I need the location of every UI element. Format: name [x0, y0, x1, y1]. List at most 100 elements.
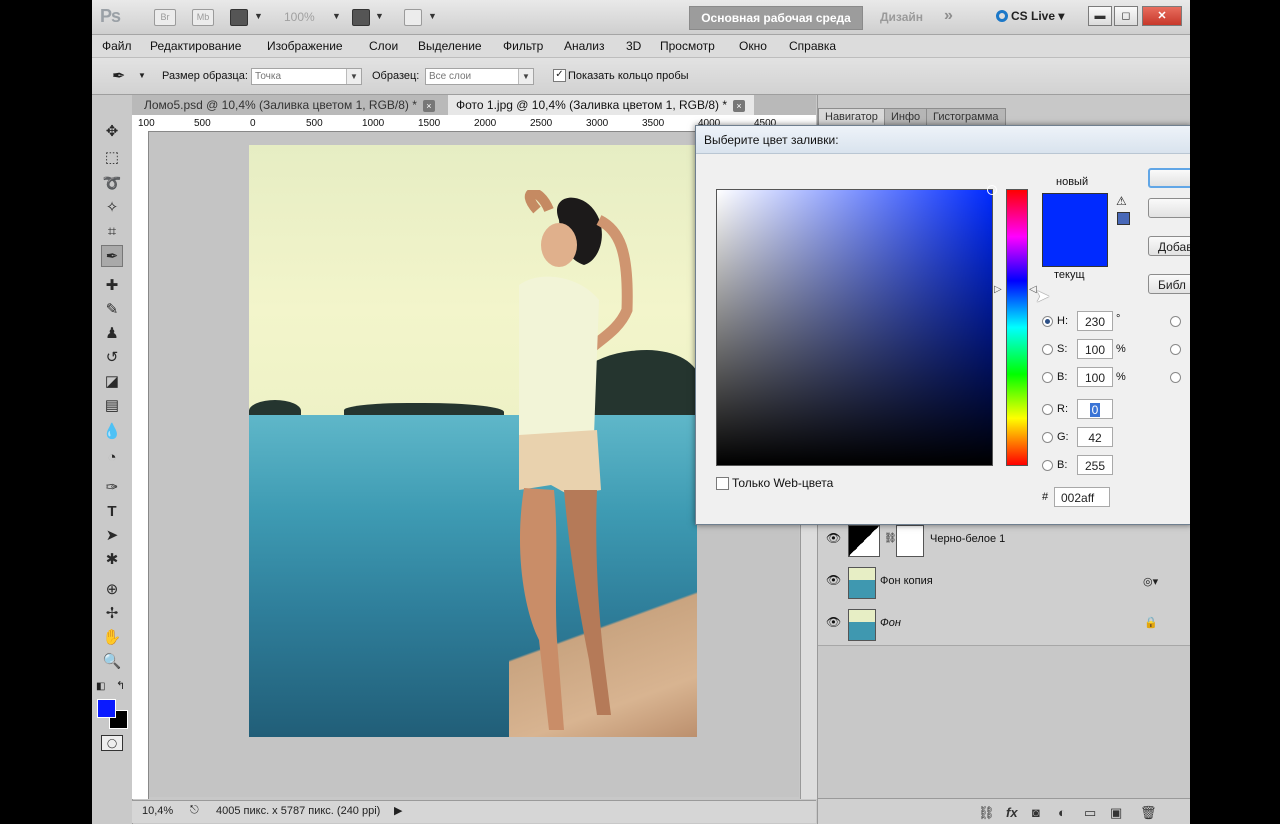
close-icon[interactable]: ×: [733, 100, 746, 112]
saturation-brightness-field[interactable]: [716, 185, 997, 466]
tab-navigator[interactable]: Навигатор: [818, 108, 885, 125]
menu-help[interactable]: Справка: [789, 39, 836, 53]
saturation-field[interactable]: 100: [1077, 339, 1113, 359]
link-layers-icon[interactable]: ⛓: [978, 805, 995, 821]
radio-lab-a[interactable]: [1170, 344, 1181, 355]
radio-brightness[interactable]: [1042, 372, 1053, 383]
blue-field[interactable]: 255: [1077, 455, 1113, 475]
menu-3d[interactable]: 3D: [626, 39, 641, 53]
minibridge-button[interactable]: Mb: [192, 9, 214, 26]
ok-button[interactable]: [1148, 168, 1190, 188]
3d-orbit-tool-icon[interactable]: ✢: [101, 603, 123, 625]
radio-blue[interactable]: [1042, 460, 1053, 471]
chevron-down-icon[interactable]: ▼: [375, 11, 384, 21]
zoom-tool-icon[interactable]: 🔍: [101, 651, 123, 673]
zoom-percent[interactable]: 10,4%: [142, 805, 173, 817]
zoom-level[interactable]: 100%: [284, 10, 315, 24]
move-tool-icon[interactable]: ✥: [101, 121, 123, 143]
extras-icon[interactable]: [230, 9, 248, 26]
tab-photo1[interactable]: Фото 1.jpg @ 10,4% (Заливка цветом 1, RG…: [448, 95, 754, 115]
menu-filter[interactable]: Фильтр: [503, 39, 543, 53]
tab-histogram[interactable]: Гистограмма: [926, 108, 1006, 125]
gamut-color-swatch[interactable]: [1117, 212, 1130, 225]
dodge-tool-icon[interactable]: ◔: [101, 447, 123, 469]
screen-mode-icon[interactable]: [404, 9, 422, 26]
tab-info[interactable]: Инфо: [884, 108, 928, 125]
quick-select-tool-icon[interactable]: ✧: [101, 197, 123, 219]
radio-red[interactable]: [1042, 404, 1053, 415]
3d-rotate-tool-icon[interactable]: ⊕: [101, 579, 123, 601]
hand-tool-icon[interactable]: ✋: [101, 627, 123, 649]
fx-icon[interactable]: fx: [1006, 805, 1018, 820]
color-field-marker[interactable]: [987, 185, 997, 195]
add-to-swatches-button[interactable]: Добав: [1148, 236, 1190, 256]
type-tool-icon[interactable]: T: [101, 501, 123, 523]
foreground-color-swatch[interactable]: [97, 699, 116, 718]
clone-stamp-tool-icon[interactable]: ♟: [101, 323, 123, 345]
shape-tool-icon[interactable]: ✱: [101, 549, 123, 571]
arrange-documents-icon[interactable]: [352, 9, 370, 26]
menu-view[interactable]: Просмотр: [660, 39, 715, 53]
eyedropper-icon[interactable]: ✒: [112, 66, 125, 86]
crop-tool-icon[interactable]: ⌗: [101, 221, 123, 243]
workspace-more-button[interactable]: »: [944, 7, 953, 25]
radio-saturation[interactable]: [1042, 344, 1053, 355]
out-of-gamut-warning-icon[interactable]: ⚠: [1116, 194, 1127, 208]
menu-file[interactable]: Файл: [102, 39, 132, 53]
hex-field[interactable]: 002aff: [1054, 487, 1110, 507]
menu-analysis[interactable]: Анализ: [564, 39, 605, 53]
radio-hue[interactable]: [1042, 316, 1053, 327]
menu-image[interactable]: Изображение: [267, 39, 343, 53]
quick-mask-icon[interactable]: ◯: [101, 735, 123, 751]
layer-row[interactable]: 👁 ⛓ Черно-белое 1: [818, 519, 1190, 562]
radio-green[interactable]: [1042, 432, 1053, 443]
menu-layers[interactable]: Слои: [369, 39, 398, 53]
eyedropper-tool-icon[interactable]: ✒: [101, 245, 123, 267]
new-group-icon[interactable]: ▭: [1084, 805, 1096, 821]
add-mask-icon[interactable]: ◙: [1032, 805, 1040, 820]
default-colors-icon[interactable]: ◧: [96, 681, 105, 692]
hue-slider-left-arrow[interactable]: ▷: [994, 284, 1002, 295]
close-icon[interactable]: ×: [422, 100, 435, 112]
cs-live-button[interactable]: CS Live ▾: [996, 9, 1064, 23]
hue-field[interactable]: 230: [1077, 311, 1113, 331]
chain-icon[interactable]: ⛓: [884, 533, 897, 544]
minimize-button[interactable]: ▬: [1088, 6, 1112, 26]
status-menu-arrow-icon[interactable]: ▶: [394, 804, 402, 817]
pen-tool-icon[interactable]: ✑: [101, 477, 123, 499]
brush-tool-icon[interactable]: ✎: [101, 299, 123, 321]
menu-window[interactable]: Окно: [739, 39, 767, 53]
adjustment-layer-icon[interactable]: ◐: [1058, 805, 1066, 820]
menu-select[interactable]: Выделение: [418, 39, 482, 53]
tab-lomo5[interactable]: Ломо5.psd @ 10,4% (Заливка цветом 1, RGB…: [136, 95, 444, 115]
workspace-essentials-button[interactable]: Основная рабочая среда: [689, 6, 863, 30]
show-ring-checkbox[interactable]: ✓: [553, 69, 566, 82]
swap-colors-icon[interactable]: ↰: [116, 679, 125, 692]
eye-icon[interactable]: 👁: [826, 615, 841, 629]
path-selection-tool-icon[interactable]: ➤: [101, 525, 123, 547]
radio-lab-l[interactable]: [1170, 316, 1181, 327]
red-field[interactable]: 0: [1077, 399, 1113, 419]
cancel-button[interactable]: [1148, 198, 1190, 218]
history-brush-tool-icon[interactable]: ↺: [101, 347, 123, 369]
close-window-button[interactable]: ✕: [1142, 6, 1182, 26]
hue-slider[interactable]: [1006, 189, 1028, 466]
sample-size-select[interactable]: Точка ▼: [251, 68, 362, 85]
layer-row[interactable]: 👁 Фон копия ◎▾: [818, 561, 1190, 604]
blur-tool-icon[interactable]: 💧: [101, 421, 123, 443]
eye-icon[interactable]: 👁: [826, 531, 841, 545]
maximize-button[interactable]: ◻: [1114, 6, 1138, 26]
green-field[interactable]: 42: [1077, 427, 1113, 447]
chevron-down-icon[interactable]: ▼: [428, 11, 437, 21]
layer-row[interactable]: 👁 Фон 🔒: [818, 603, 1190, 646]
radio-lab-b[interactable]: [1170, 372, 1181, 383]
color-libraries-button[interactable]: Библ: [1148, 274, 1190, 294]
gradient-tool-icon[interactable]: ▤: [101, 395, 123, 417]
eraser-tool-icon[interactable]: ◪: [101, 371, 123, 393]
new-layer-icon[interactable]: ▣: [1110, 805, 1122, 821]
web-only-checkbox[interactable]: [716, 477, 729, 490]
chevron-down-icon[interactable]: ▼: [332, 11, 341, 21]
marquee-tool-icon[interactable]: ⬚: [101, 147, 123, 169]
current-color-swatch[interactable]: [1042, 231, 1108, 267]
lasso-tool-icon[interactable]: ➰: [101, 173, 123, 195]
